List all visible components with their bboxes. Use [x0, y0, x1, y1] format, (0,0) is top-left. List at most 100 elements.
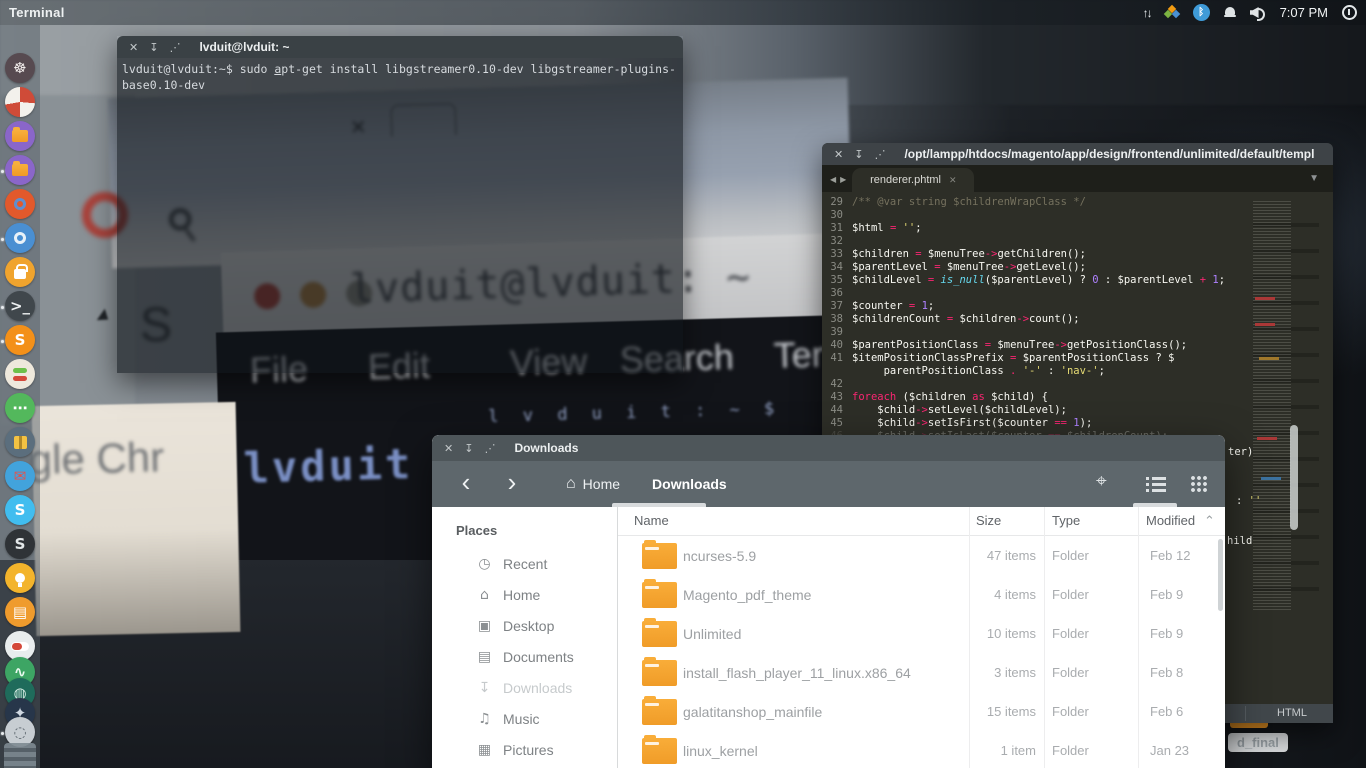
dock-item-chromium[interactable]: [5, 223, 35, 253]
statusbar-syntax[interactable]: HTML: [1277, 707, 1307, 719]
mail-icon: ✉: [14, 469, 27, 484]
box-icon: [14, 436, 27, 449]
folder-icon: [642, 738, 677, 764]
places-header: Places: [432, 517, 617, 548]
code-text: foreach ($children as $child) {: [852, 391, 1048, 404]
editor-scrollbar[interactable]: [1290, 425, 1298, 530]
sidebar-item-music[interactable]: ♫Music: [432, 703, 617, 734]
pictures-icon: ▦: [476, 742, 493, 758]
locate-pointer-icon[interactable]: ⌖: [1096, 471, 1107, 493]
column-modified[interactable]: Modified: [1146, 513, 1195, 528]
code-fragment: : '': [1236, 495, 1261, 508]
sidebar-item-downloads[interactable]: ↧Downloads: [432, 672, 617, 703]
sidebar-item-home[interactable]: ⌂Home: [432, 579, 617, 610]
dock-item-messages[interactable]: ⋯: [5, 393, 35, 423]
sound-icon[interactable]: [1250, 6, 1266, 19]
table-row[interactable]: Magento_pdf_theme4 itemsFolderFeb 9: [618, 576, 1225, 615]
minimize-icon[interactable]: ↧: [854, 149, 863, 160]
table-row[interactable]: linux_kernel1 itemFolderJan 23: [618, 732, 1225, 768]
clock-label[interactable]: 7:07 PM: [1280, 5, 1328, 20]
minimize-icon[interactable]: ↧: [464, 443, 473, 454]
dock-item-sublime-text[interactable]: S: [5, 325, 35, 355]
bluetooth-icon[interactable]: ᛒ: [1193, 4, 1210, 21]
code-fragment: hild: [1227, 535, 1252, 548]
close-icon[interactable]: ✕: [129, 42, 138, 53]
tab-nav-back-icon[interactable]: ◀: [830, 175, 836, 184]
back-button[interactable]: ‹: [452, 469, 480, 499]
table-row[interactable]: ncurses-5.947 itemsFolderFeb 12: [618, 537, 1225, 576]
maximize-icon[interactable]: ⋰: [484, 443, 495, 454]
line-number: 41: [822, 352, 852, 365]
dock-item-files[interactable]: [5, 121, 35, 151]
sidebar-item-label: Desktop: [503, 618, 554, 634]
running-indicator: [1, 238, 4, 241]
code-line: 36: [822, 287, 1253, 300]
table-row[interactable]: galatitanshop_mainfile15 itemsFolderFeb …: [618, 693, 1225, 732]
sidebar-item-recent[interactable]: ◷Recent: [432, 548, 617, 579]
line-number: 35: [822, 274, 852, 287]
notifications-bell-icon[interactable]: [1224, 7, 1236, 18]
files-titlebar[interactable]: ✕ ↧ ⋰ Downloads: [432, 435, 1225, 461]
tab-close-icon[interactable]: ✕: [949, 175, 957, 186]
dock-item-mail[interactable]: ✉: [5, 461, 35, 491]
terminal-output[interactable]: lvduit@lvduit:~$ sudo apt-get install li…: [117, 58, 683, 373]
close-icon[interactable]: ✕: [444, 443, 453, 454]
panel-app-title[interactable]: Terminal: [0, 5, 65, 20]
dock-stacked-items[interactable]: [4, 743, 36, 768]
dock-item-settings[interactable]: [5, 359, 35, 389]
tab-nav-arrows[interactable]: ◀ ▶: [822, 175, 852, 192]
dock-item-firefox[interactable]: [5, 189, 35, 219]
table-row[interactable]: Unlimited10 itemsFolderFeb 9: [618, 615, 1225, 654]
code-text: $child->setLevel($childLevel);: [852, 404, 1067, 417]
column-type[interactable]: Type: [1052, 513, 1080, 528]
file-size: 10 items: [948, 626, 1036, 641]
tab-overflow-dropdown-icon[interactable]: ▼: [1309, 173, 1319, 184]
dock-item-skype[interactable]: S: [5, 495, 35, 525]
dock-item-package-manager[interactable]: [5, 427, 35, 457]
column-name[interactable]: Name: [634, 513, 669, 528]
file-size: 3 items: [948, 665, 1036, 680]
file-modified: Feb 12: [1150, 548, 1190, 563]
dock-item-ubuntu-logo[interactable]: ☸: [5, 53, 35, 83]
column-size[interactable]: Size: [976, 513, 1001, 528]
dock-item-browser-pie[interactable]: [5, 87, 35, 117]
files-window-title: Downloads: [514, 441, 578, 455]
list-scrollbar[interactable]: [1218, 539, 1223, 611]
line-number: 39: [822, 326, 852, 339]
code-line: 29/** @var string $childrenWrapClass */: [822, 196, 1253, 209]
terminal-window-title: lvduit@lvduit: ~: [199, 40, 289, 54]
minimize-icon[interactable]: ↧: [149, 42, 158, 53]
line-number: [822, 365, 852, 378]
sidebar-item-desktop[interactable]: ▣Desktop: [432, 610, 617, 641]
terminal-titlebar[interactable]: ✕ ↧ ⋰ lvduit@lvduit: ~: [117, 36, 683, 58]
maximize-icon[interactable]: ⋰: [874, 149, 885, 160]
dock-item-files-alt[interactable]: [5, 155, 35, 185]
updown-arrows-icon[interactable]: ↑↓: [1143, 6, 1151, 20]
breadcrumb-home[interactable]: ⌂ Home: [566, 475, 620, 493]
session-power-icon[interactable]: [1342, 5, 1357, 20]
grid-view-icon[interactable]: [1190, 475, 1207, 492]
music-icon: ♫: [476, 711, 493, 727]
forward-button[interactable]: ›: [498, 469, 526, 499]
sidebar-item-pictures[interactable]: ▦Pictures: [432, 734, 617, 765]
dock-item-terminal-app[interactable]: >_: [5, 291, 35, 321]
table-row[interactable]: install_flash_player_11_linux.x86_643 it…: [618, 654, 1225, 693]
tab-nav-forward-icon[interactable]: ▶: [840, 175, 846, 184]
dock-item-idea-bulb[interactable]: [5, 563, 35, 593]
editor-titlebar[interactable]: ✕ ↧ ⋰ /opt/lampp/htdocs/magento/app/desi…: [822, 143, 1333, 165]
line-number: 42: [822, 378, 852, 391]
dock-item-notes[interactable]: ▤: [5, 597, 35, 627]
sidebar-item-documents[interactable]: ▤Documents: [432, 641, 617, 672]
code-text: $counter = 1;: [852, 300, 934, 313]
close-icon[interactable]: ✕: [834, 149, 843, 160]
tab-renderer-phtml[interactable]: renderer.phtml ✕: [852, 168, 974, 192]
list-view-icon[interactable]: [1146, 476, 1166, 492]
dock-item-media-player[interactable]: S: [5, 529, 35, 559]
breadcrumb-current[interactable]: Downloads: [652, 476, 727, 492]
file-size: 4 items: [948, 587, 1036, 602]
package-updates-icon[interactable]: [1165, 6, 1179, 20]
maximize-icon[interactable]: ⋰: [169, 42, 180, 53]
minimap[interactable]: [1253, 201, 1319, 611]
sort-arrow-icon[interactable]: ⌃: [1204, 513, 1215, 529]
dock-item-app-store[interactable]: [5, 257, 35, 287]
